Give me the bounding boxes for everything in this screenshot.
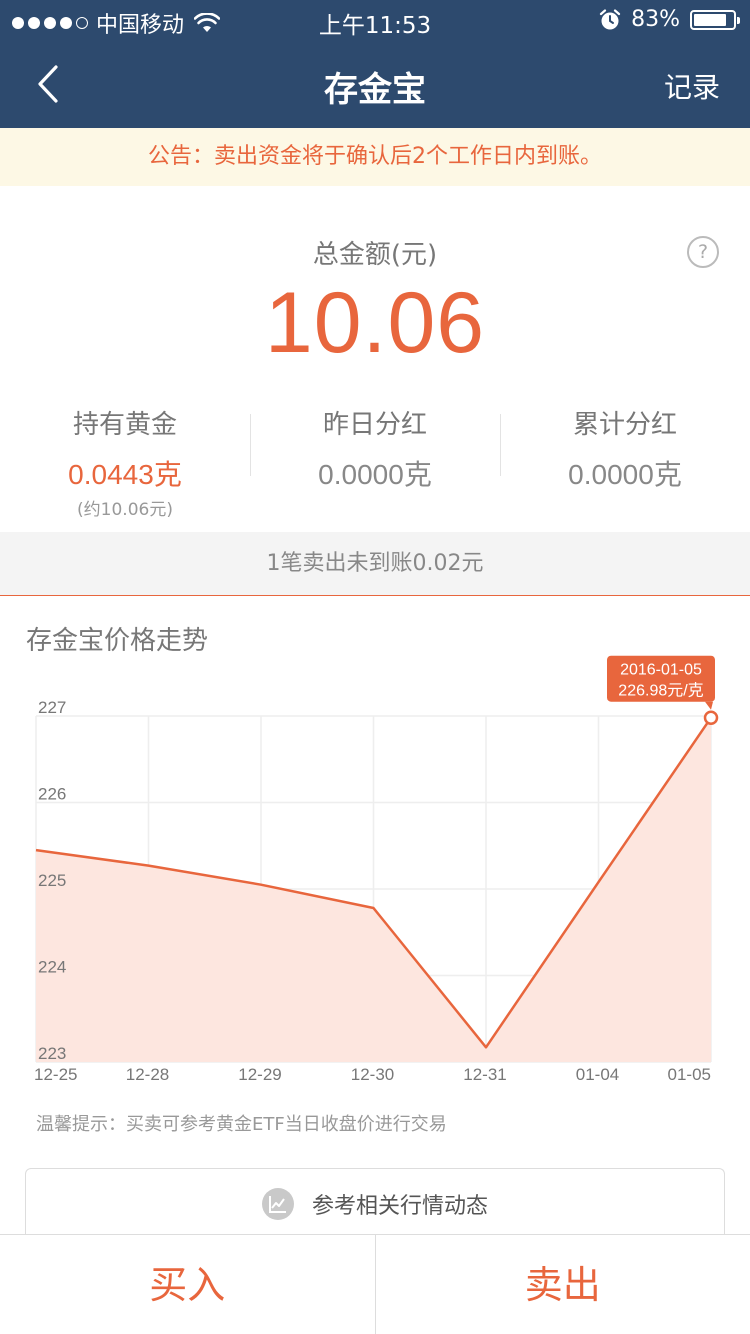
y-tick-label: 227 [38, 698, 66, 717]
related-market-label: 参考相关行情动态 [311, 1193, 488, 1219]
related-market-button[interactable]: 参考相关行情动态 [25, 1168, 725, 1238]
nav-bar: 存金宝 记录 [0, 40, 750, 128]
total-amount-label: 总金额(元) [312, 240, 438, 270]
battery-percent: 83% [631, 7, 680, 32]
price-trend-chart: 223 224 225 226 227 12-25 12-28 12-29 12-30 12-31… [0, 640, 750, 1090]
y-tick-label: 225 [38, 871, 66, 890]
x-tick-label: 12-31 [463, 1065, 506, 1084]
x-tick-label: 12-30 [351, 1065, 394, 1084]
stats-row: 持有黄金 0.0443克 (约10.06元) 昨日分红 0.0000克 累计分红… [0, 400, 750, 520]
stat-label: 持有黄金 [72, 410, 177, 440]
header: 中国移动 上午11:53 83% 存金宝 记录 [0, 0, 750, 128]
record-button[interactable]: 记录 [664, 66, 720, 106]
y-tick-label: 223 [38, 1044, 66, 1063]
battery-fill [694, 13, 726, 26]
tooltip-price: 226.98元/克 [618, 682, 703, 700]
y-tick-label: 224 [38, 958, 66, 977]
stat-held-gold: 持有黄金 0.0443克 (约10.06元) [0, 400, 250, 520]
tooltip-date: 2016-01-05 [620, 662, 702, 679]
x-tick-label: 01-05 [668, 1065, 711, 1084]
trend-chart-icon [261, 1187, 294, 1220]
status-bar: 中国移动 上午11:53 83% [0, 0, 750, 40]
stat-yesterday-dividend: 昨日分红 0.0000克 [250, 400, 500, 510]
trading-tip: 温馨提示：买卖可参考黄金ETF当日收盘价进行交易 [36, 1114, 447, 1135]
chart-svg: 223 224 225 226 227 12-25 12-28 12-29 12-30 12-31… [34, 655, 719, 1084]
stat-sub: (约10.06元) [77, 500, 173, 520]
page-title: 存金宝 [324, 70, 426, 110]
alarm-icon [599, 8, 621, 29]
last-point-marker [703, 710, 719, 725]
x-tick-label: 12-28 [126, 1065, 169, 1084]
x-tick-label: 12-25 [34, 1065, 77, 1084]
stat-label: 昨日分红 [322, 410, 427, 440]
stat-value: 0.0000克 [318, 459, 432, 490]
y-tick-label: 226 [38, 785, 66, 804]
bottom-action-bar: 买入 卖出 [0, 1234, 750, 1334]
sell-button[interactable]: 卖出 [374, 1235, 750, 1334]
x-tick-label: 01-04 [576, 1065, 619, 1084]
stat-label: 累计分红 [572, 410, 677, 440]
help-icon[interactable]: ? [687, 236, 719, 268]
tooltip-pointer [705, 701, 713, 710]
stat-total-dividend: 累计分红 0.0000克 [500, 400, 750, 510]
summary-panel: 总金额(元) ? 10.06 持有黄金 0.0443克 (约10.06元) 昨日… [0, 186, 750, 532]
announcement-banner: 公告：卖出资金将于确认后2个工作日内到账。 [0, 128, 750, 186]
total-amount-value: 10.06 [264, 275, 486, 371]
stat-value: 0.0443克 [68, 459, 182, 490]
buy-button[interactable]: 买入 [0, 1235, 375, 1334]
status-right: 83% [599, 7, 740, 32]
x-tick-label: 12-29 [238, 1065, 281, 1084]
stat-value: 0.0000克 [568, 459, 682, 490]
battery-icon [690, 9, 740, 30]
pending-sell-notice[interactable]: 1笔卖出未到账0.02元 [0, 532, 750, 596]
